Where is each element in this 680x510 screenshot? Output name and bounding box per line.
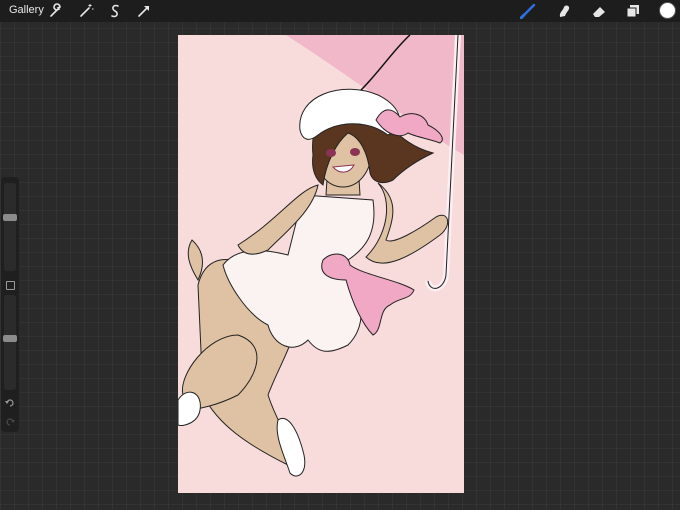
shoe-left: [178, 391, 201, 426]
eye-right: [350, 148, 360, 156]
top-toolbar: Gallery: [0, 0, 680, 22]
opacity-slider[interactable]: [3, 295, 17, 390]
layers-icon[interactable]: [625, 3, 641, 19]
brush-size-slider[interactable]: [3, 183, 17, 271]
shoe-right: [276, 417, 306, 477]
color-picker-button[interactable]: [660, 3, 675, 18]
artwork: [178, 35, 464, 477]
smudge-icon[interactable]: [556, 3, 572, 19]
eye-left: [326, 149, 336, 157]
wrench-icon[interactable]: [48, 3, 64, 19]
sidebar: [1, 177, 19, 432]
modify-button[interactable]: [6, 281, 15, 290]
drawing-canvas[interactable]: [178, 35, 464, 493]
arm-right: [365, 182, 449, 264]
magic-wand-icon[interactable]: [78, 3, 94, 19]
eraser-icon[interactable]: [591, 3, 607, 19]
transform-arrow-icon[interactable]: [136, 3, 152, 19]
brush-size-handle[interactable]: [3, 213, 17, 221]
brush-icon[interactable]: [520, 3, 536, 19]
redo-button[interactable]: [4, 415, 16, 427]
undo-button[interactable]: [4, 396, 16, 408]
hand-left: [187, 239, 204, 282]
selection-icon[interactable]: [107, 3, 123, 19]
opacity-handle[interactable]: [3, 334, 17, 342]
gallery-button[interactable]: Gallery: [9, 4, 44, 16]
